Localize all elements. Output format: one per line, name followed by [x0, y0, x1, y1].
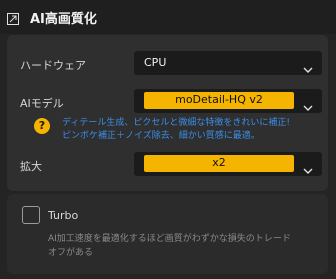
ai-model-description-line1: ディテール生成、ピクセルと微細な特徴をきれいに補正!: [62, 118, 290, 128]
turbo-description-line2: オフがある: [48, 248, 94, 258]
panel-title: AI高画質化: [30, 12, 97, 27]
ai-model-highlight: moDetail-HQ v2: [144, 92, 294, 109]
collapse-icon[interactable]: [7, 10, 19, 25]
ai-model-label: AIモデル: [20, 97, 64, 110]
ai-model-description-line2: ピンボケ補正＋ノイズ除去、細かい質感に最適。: [62, 131, 260, 141]
chevron-down-icon: [303, 97, 313, 111]
chevron-down-icon: [303, 160, 313, 174]
scale-value: x2: [212, 156, 226, 169]
chevron-down-icon: [303, 59, 313, 73]
turbo-description-line1: AI加工速度を最適化するほど画質がわずかな損失のトレード: [48, 234, 291, 244]
hardware-select[interactable]: CPU: [134, 51, 322, 75]
scale-label: 拡大: [20, 160, 42, 173]
help-icon[interactable]: ?: [34, 118, 50, 134]
ai-model-value: moDetail-HQ v2: [175, 93, 263, 106]
turbo-checkbox[interactable]: [22, 206, 40, 224]
ai-upscale-panel: AI高画質化 ハードウェア CPU AIモデル moDetail-HQ v2 ?…: [0, 0, 336, 279]
hardware-label: ハードウェア: [20, 59, 86, 72]
scale-highlight: x2: [144, 155, 294, 172]
panel-header: AI高画質化: [0, 0, 336, 34]
ai-model-select[interactable]: moDetail-HQ v2: [134, 89, 322, 113]
hardware-value: CPU: [144, 56, 167, 69]
scale-select[interactable]: x2: [134, 152, 322, 176]
turbo-label: Turbo: [48, 209, 79, 222]
